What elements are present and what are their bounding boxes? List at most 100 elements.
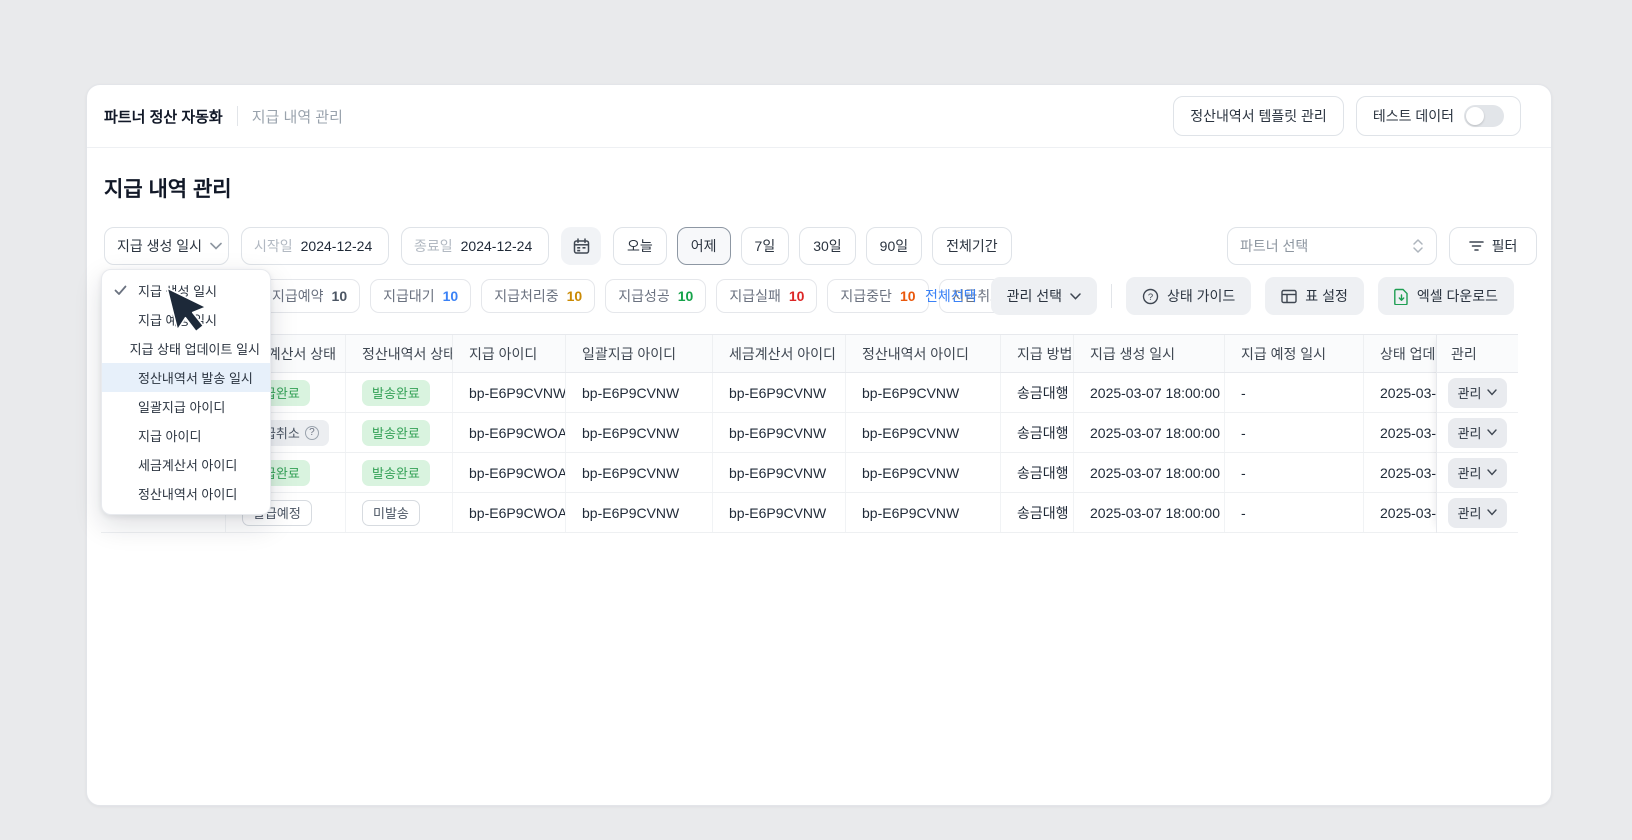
menu-item-label: 지급 아이디: [138, 426, 201, 445]
statement-template-button[interactable]: 정산내역서 템플릿 관리: [1173, 96, 1344, 136]
menu-item-세금계산서 아이디[interactable]: 세금계산서 아이디: [102, 450, 270, 479]
menu-item-label: 정산내역서 발송 일시: [138, 368, 253, 387]
statement-status-badge-label: 발송완료: [372, 423, 420, 442]
end-date-value: 2024-12-24: [461, 238, 533, 254]
calendar-button[interactable]: [561, 227, 601, 265]
menu-item-지급 생성 일시[interactable]: 지급 생성 일시: [102, 276, 270, 305]
end-date-input[interactable]: 종료일 2024-12-24: [401, 227, 549, 265]
cell-created-at: 2025-03-07 18:00:00: [1074, 493, 1225, 532]
status-chip-지급성공[interactable]: 지급성공10: [605, 279, 706, 313]
test-data-toggle[interactable]: [1464, 105, 1504, 127]
cell-tax-invoice-id: bp-E6P9CVNW: [713, 453, 846, 492]
calendar-icon: [573, 238, 590, 255]
column-header-지급 예정 일시: 지급 예정 일시: [1225, 335, 1364, 372]
main-card: 파트너 정산 자동화 지급 내역 관리 정산내역서 템플릿 관리 테스트 데이터…: [86, 84, 1552, 806]
app-title: 파트너 정산 자동화: [104, 106, 223, 127]
manage-cell: 관리: [1437, 453, 1518, 493]
menu-item-지급 아이디[interactable]: 지급 아이디: [102, 421, 270, 450]
cell-tax-invoice-id: bp-E6P9CVNW: [713, 413, 846, 452]
chip-count: 10: [789, 288, 805, 304]
manage-select-button[interactable]: 관리 선택: [991, 277, 1097, 315]
statement-template-label: 정산내역서 템플릿 관리: [1190, 106, 1327, 126]
cell-created-at: 2025-03-07 18:00:00: [1074, 453, 1225, 492]
quick-range-오늘[interactable]: 오늘: [613, 227, 667, 265]
quick-range-전체기간[interactable]: 전체기간: [932, 227, 1012, 265]
status-chip-지급예약[interactable]: 지급예약 10: [259, 279, 360, 313]
chip-label: 지급처리중: [494, 286, 558, 306]
cell-payout-method: 송금대행: [1001, 373, 1074, 412]
updown-chevrons-icon: [1412, 238, 1424, 254]
chevron-down-icon: [1070, 293, 1081, 300]
cell-statement-status: 발송완료: [346, 373, 453, 412]
chip-label: 지급예약: [272, 286, 324, 306]
top-bar: 파트너 정산 자동화 지급 내역 관리 정산내역서 템플릿 관리 테스트 데이터: [87, 85, 1551, 148]
cell-created-at: 2025-03-07 18:00:00: [1074, 373, 1225, 412]
cell-statement-id: bp-E6P9CVNW: [846, 453, 1001, 492]
chip-label: 지급성공: [618, 286, 670, 306]
cell-statement-status: 발송완료: [346, 453, 453, 492]
chevron-down-icon: [1487, 389, 1497, 396]
partner-select[interactable]: 파트너 선택: [1227, 227, 1437, 265]
manage-row-button[interactable]: 관리: [1448, 418, 1508, 448]
help-circle-icon[interactable]: ?: [305, 426, 319, 440]
cell-tax-invoice-id: bp-E6P9CVNW: [713, 373, 846, 412]
screen: 파트너 정산 자동화 지급 내역 관리 정산내역서 템플릿 관리 테스트 데이터…: [0, 0, 1632, 840]
menu-item-일괄지급 아이디[interactable]: 일괄지급 아이디: [102, 392, 270, 421]
column-header-지급 생성 일시: 지급 생성 일시: [1074, 335, 1225, 372]
cell-scheduled-at: -: [1225, 373, 1364, 412]
status-guide-button[interactable]: ? 상태 가이드: [1126, 277, 1251, 315]
cell-payout-id: bp-E6P9CVNW: [453, 373, 566, 412]
menu-item-label: 세금계산서 아이디: [138, 455, 237, 474]
column-header-지급 방법: 지급 방법: [1001, 335, 1074, 372]
excel-download-button[interactable]: 엑셀 다운로드: [1378, 277, 1514, 315]
start-date-value: 2024-12-24: [301, 238, 373, 254]
table-settings-label: 표 설정: [1305, 286, 1348, 306]
menu-item-정산내역서 발송 일시[interactable]: 정산내역서 발송 일시: [102, 363, 270, 392]
table-header-row: 세금계산서 상태정산내역서 상태지급 아이디일괄지급 아이디세금계산서 아이디정…: [101, 334, 1518, 373]
filter-button[interactable]: 필터: [1449, 227, 1537, 265]
table-icon: [1281, 289, 1297, 304]
start-date-input[interactable]: 시작일 2024-12-24: [241, 227, 389, 265]
menu-item-지급 예정 일시[interactable]: 지급 예정 일시: [102, 305, 270, 334]
table-row: 발급완료발송완료bp-E6P9CWOAbp-E6P9CVNWbp-E6P9CVN…: [101, 453, 1518, 493]
quick-range-30일[interactable]: 30일: [799, 227, 855, 265]
page-title: 지급 내역 관리: [104, 173, 232, 203]
status-chip-지급처리중[interactable]: 지급처리중10: [481, 279, 595, 313]
menu-item-지급 상태 업데이트 일시[interactable]: 지급 상태 업데이트 일시: [102, 334, 270, 363]
chip-label: 지급중단: [840, 286, 892, 306]
manage-row-button[interactable]: 관리: [1448, 498, 1508, 528]
manage-row-button-label: 관리: [1458, 503, 1482, 522]
statement-status-badge: 발송완료: [362, 420, 430, 446]
start-date-label: 시작일: [254, 236, 293, 256]
cell-scheduled-at: -: [1225, 493, 1364, 532]
payout-table: 세금계산서 상태정산내역서 상태지급 아이디일괄지급 아이디세금계산서 아이디정…: [101, 334, 1518, 533]
table-settings-button[interactable]: 표 설정: [1265, 277, 1364, 315]
status-chip-지급실패[interactable]: 지급실패 10: [716, 279, 817, 313]
manage-row-button[interactable]: 관리: [1448, 458, 1508, 488]
status-chip-지급대기[interactable]: 지급대기10: [370, 279, 471, 313]
menu-item-label: 지급 생성 일시: [138, 281, 217, 300]
date-type-select[interactable]: 지급 생성 일시: [104, 227, 229, 265]
chip-count: 10: [332, 288, 348, 304]
cell-bulk-payout-id: bp-E6P9CVNW: [566, 493, 713, 532]
excel-file-download-icon: [1394, 288, 1409, 305]
manage-cell: 관리: [1437, 373, 1518, 413]
check-icon: [114, 285, 138, 296]
quick-range-group: 오늘 어제 7일30일 90일 전체기간: [613, 227, 1012, 265]
manage-row-button[interactable]: 관리: [1448, 378, 1508, 408]
manage-cell: 관리: [1437, 413, 1518, 453]
chip-count: 10: [443, 288, 459, 304]
chip-label: 지급실패: [729, 286, 781, 306]
date-type-dropdown-menu: 지급 생성 일시지급 예정 일시지급 상태 업데이트 일시정산내역서 발송 일시…: [101, 269, 271, 515]
select-all-link[interactable]: 전체선택: [925, 286, 977, 306]
cell-statement-id: bp-E6P9CVNW: [846, 413, 1001, 452]
cell-payout-method: 송금대행: [1001, 453, 1074, 492]
quick-range-어제[interactable]: 어제: [677, 227, 731, 265]
menu-item-정산내역서 아이디[interactable]: 정산내역서 아이디: [102, 479, 270, 508]
end-date-label: 종료일: [414, 236, 453, 256]
status-chip-지급중단[interactable]: 지급중단10: [827, 279, 928, 313]
test-data-toggle-button[interactable]: 테스트 데이터: [1356, 96, 1521, 136]
quick-range-90일[interactable]: 90일: [866, 227, 922, 265]
quick-range-7일[interactable]: 7일: [741, 227, 790, 265]
cell-payout-method: 송금대행: [1001, 413, 1074, 452]
